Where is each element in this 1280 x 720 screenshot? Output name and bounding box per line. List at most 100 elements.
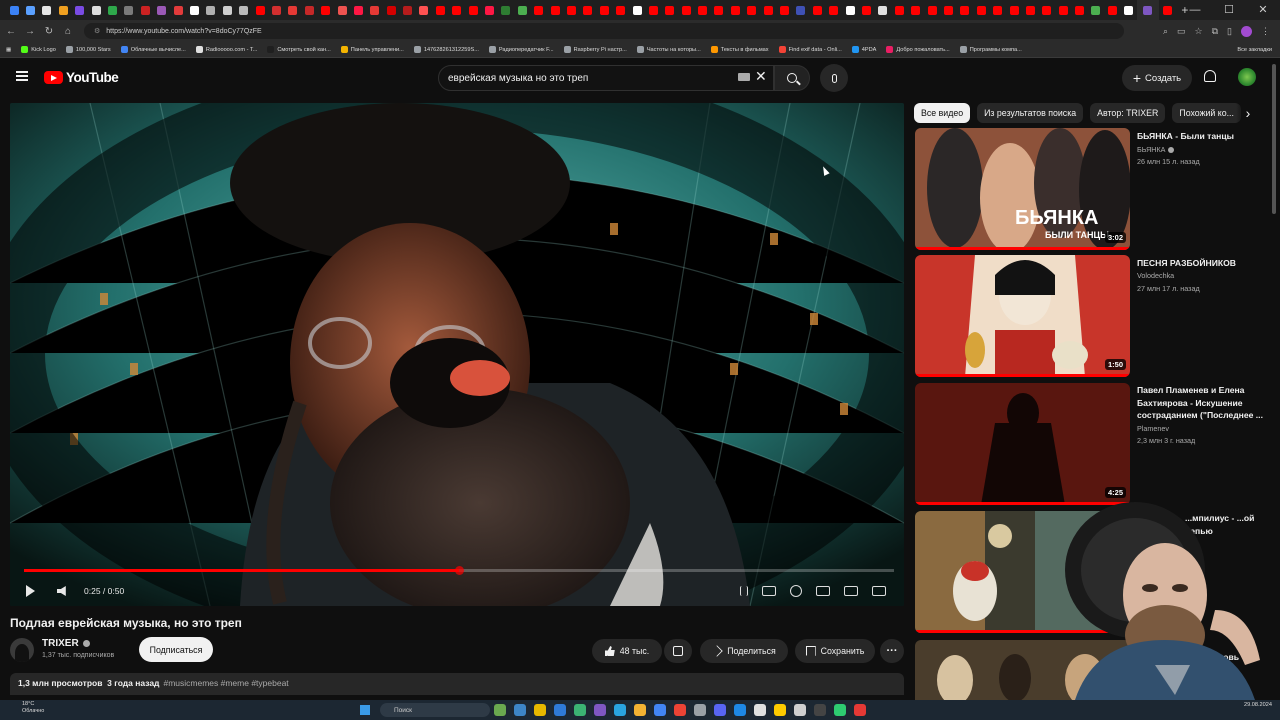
like-button[interactable]: 48 тыс.: [592, 639, 662, 663]
back-icon[interactable]: ←: [3, 26, 19, 37]
all-bookmarks-link[interactable]: Все закладки: [1237, 47, 1280, 53]
browser-tab[interactable]: [1104, 0, 1120, 20]
taskbar-search[interactable]: Поиск: [380, 703, 490, 717]
browser-tab[interactable]: [137, 0, 153, 20]
taskbar-app-icon[interactable]: [794, 704, 806, 716]
taskbar-app-icon[interactable]: [514, 704, 526, 716]
taskbar-app-icon[interactable]: [574, 704, 586, 716]
search-button[interactable]: [774, 65, 810, 91]
recommendation-channel-1[interactable]: БЬЯНКА: [1137, 145, 1175, 154]
browser-tab[interactable]: [367, 0, 383, 20]
browser-tab[interactable]: [1121, 0, 1137, 20]
taskbar-app-icon[interactable]: [734, 704, 746, 716]
browser-tab[interactable]: [104, 0, 120, 20]
browser-tab[interactable]: [645, 0, 661, 20]
browser-tab[interactable]: [399, 0, 415, 20]
browser-tab[interactable]: [1039, 0, 1055, 20]
browser-tab[interactable]: [694, 0, 710, 20]
chip-author[interactable]: Автор: TRIXER: [1090, 103, 1166, 123]
bookmark-item[interactable]: Find exif data - Onli...: [778, 46, 842, 53]
browser-tab[interactable]: [1159, 0, 1175, 20]
bookmark-item[interactable]: Программы компа...: [959, 46, 1022, 53]
browser-tab[interactable]: [891, 0, 907, 20]
browser-tab[interactable]: [1022, 0, 1038, 20]
create-button[interactable]: + Создать: [1122, 65, 1192, 91]
browser-tab[interactable]: [842, 0, 858, 20]
browser-tab[interactable]: [580, 0, 596, 20]
browser-tab[interactable]: [170, 0, 186, 20]
browser-tab[interactable]: [957, 0, 973, 20]
video-player[interactable]: 0:25 / 0:50: [10, 103, 904, 606]
taskbar-app-icon[interactable]: [714, 704, 726, 716]
browser-tab[interactable]: [317, 0, 333, 20]
browser-tab[interactable]: [940, 0, 956, 20]
share-button[interactable]: Поделиться: [700, 639, 788, 663]
browser-tab[interactable]: [875, 0, 891, 20]
bookmark-item[interactable]: Облачные вычисле...: [120, 46, 186, 53]
browser-menu-icon[interactable]: ⋮: [1261, 26, 1270, 37]
subscribe-button[interactable]: Подписаться: [139, 637, 213, 662]
more-actions-icon[interactable]: ···: [880, 639, 904, 663]
browser-tab[interactable]: [989, 0, 1005, 20]
bookmark-item[interactable]: 4PDA: [851, 46, 876, 53]
apps-icon[interactable]: ▦: [6, 47, 11, 53]
recommendation-thumbnail-3[interactable]: 4:25: [915, 383, 1130, 505]
browser-tab[interactable]: [186, 0, 202, 20]
system-tray-clock[interactable]: 29.08.2024: [1244, 702, 1272, 709]
autoplay-toggle-icon[interactable]: [740, 586, 748, 596]
taskbar-app-icon[interactable]: [754, 704, 766, 716]
browser-tab[interactable]: [1071, 0, 1087, 20]
taskbar-app-icon[interactable]: [774, 704, 786, 716]
recommendation-thumbnail-1[interactable]: БЬЯНКА БЫЛИ ТАНЦЫ 3:02: [915, 128, 1130, 250]
search-input[interactable]: еврейская музыка но это треп: [438, 65, 774, 91]
browser-tab[interactable]: [498, 0, 514, 20]
browser-tab[interactable]: [235, 0, 251, 20]
browser-tab[interactable]: [826, 0, 842, 20]
bookmark-item[interactable]: Радиопередатчик F...: [488, 46, 554, 53]
channel-name[interactable]: TRIXER: [42, 638, 90, 649]
bookmark-item[interactable]: Панель управлени...: [340, 46, 404, 53]
browser-tab[interactable]: [547, 0, 563, 20]
browser-tab[interactable]: [973, 0, 989, 20]
taskbar-app-icon[interactable]: [654, 704, 666, 716]
browser-tab[interactable]: [268, 0, 284, 20]
recommendation-thumbnail-2[interactable]: 1:50: [915, 255, 1130, 377]
notifications-bell-icon[interactable]: [1204, 70, 1216, 82]
minimize-icon[interactable]: —: [1178, 0, 1212, 20]
browser-tab[interactable]: [531, 0, 547, 20]
page-scrollbar[interactable]: [1272, 64, 1276, 214]
keyboard-icon[interactable]: [738, 73, 750, 81]
browser-tab[interactable]: [350, 0, 366, 20]
browser-tab[interactable]: [219, 0, 235, 20]
browser-tab[interactable]: [727, 0, 743, 20]
browser-tab[interactable]: [383, 0, 399, 20]
close-window-icon[interactable]: ✕: [1246, 0, 1280, 20]
taskbar-app-icon[interactable]: [494, 704, 506, 716]
taskbar-app-icon[interactable]: [674, 704, 686, 716]
bookmark-item[interactable]: Raspberry Pi настр...: [563, 46, 627, 53]
browser-tab[interactable]: [924, 0, 940, 20]
browser-tab[interactable]: [301, 0, 317, 20]
zoom-icon[interactable]: ⌕: [1163, 26, 1168, 37]
browser-tab[interactable]: [776, 0, 792, 20]
taskbar-app-icon[interactable]: [814, 704, 826, 716]
taskbar-app-icon[interactable]: [614, 704, 626, 716]
taskbar-app-icon[interactable]: [854, 704, 866, 716]
bookmark-star-icon[interactable]: ☆: [1195, 26, 1203, 37]
browser-tab[interactable]: [678, 0, 694, 20]
home-icon[interactable]: ⌂: [60, 26, 76, 37]
bookmark-item[interactable]: Частоты на которы...: [636, 46, 701, 53]
browser-tab[interactable]: [1055, 0, 1071, 20]
browser-tab[interactable]: [449, 0, 465, 20]
browser-tab[interactable]: [1088, 0, 1104, 20]
dislike-button[interactable]: [664, 639, 692, 663]
bookmark-item[interactable]: Kick Logo: [21, 46, 56, 53]
browser-tab[interactable]: [809, 0, 825, 20]
scrubber-handle[interactable]: [455, 566, 464, 575]
browser-tab[interactable]: [154, 0, 170, 20]
description-box[interactable]: 1,3 млн просмотров 3 года назад #musicmem…: [10, 673, 904, 695]
save-button[interactable]: Сохранить: [795, 639, 875, 663]
taskbar-app-icon[interactable]: [694, 704, 706, 716]
bookmark-item[interactable]: 100,000 Stars: [65, 46, 111, 53]
browser-tab[interactable]: [252, 0, 268, 20]
